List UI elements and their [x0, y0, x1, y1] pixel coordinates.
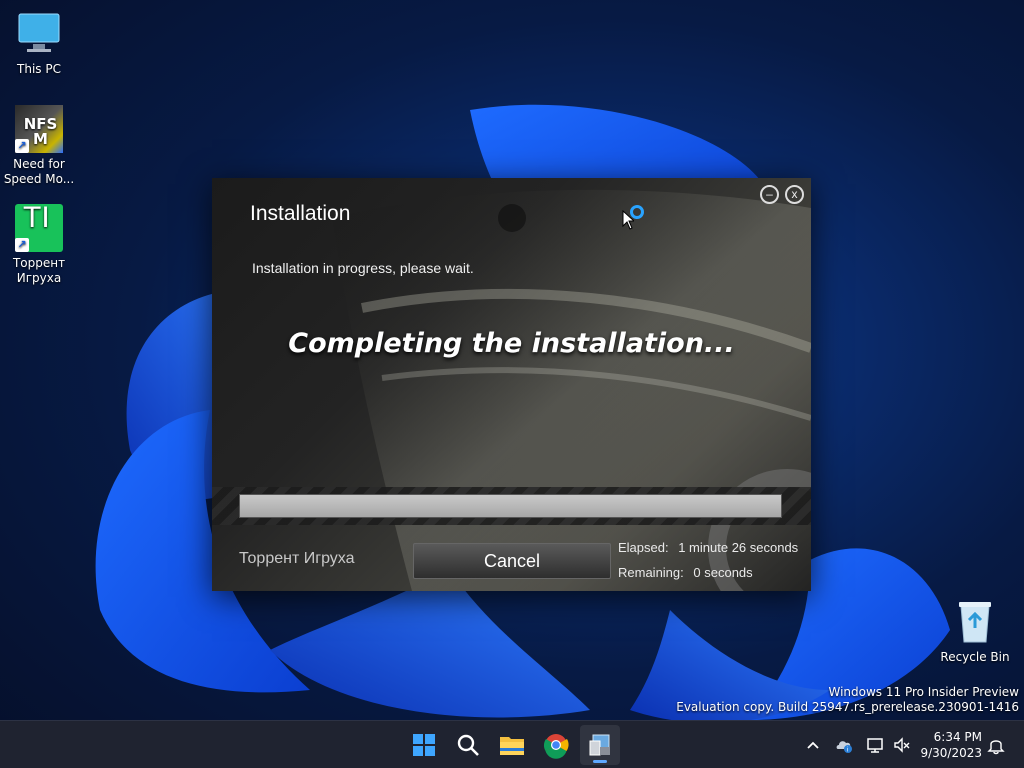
elapsed-label: Elapsed: [618, 540, 669, 555]
chevron-up-icon[interactable] [803, 735, 823, 755]
volume-muted-icon[interactable] [892, 735, 912, 755]
close-button[interactable]: x [785, 185, 804, 204]
car-background-art [332, 189, 811, 591]
shortcut-arrow-icon: ↗ [15, 238, 29, 252]
brand-label: Торрент Игруха [239, 550, 355, 567]
watermark-edition: Windows 11 Pro Insider Preview [828, 685, 1019, 699]
installer-status: Completing the installation... [288, 328, 735, 359]
progress-bar [239, 494, 782, 518]
desktop-icon-this-pc[interactable]: This PC [0, 10, 78, 77]
network-icon[interactable] [866, 735, 886, 755]
taskbar: i 6:34 PM 9/30/2023 [0, 720, 1024, 768]
search-button[interactable] [448, 725, 488, 765]
remaining-label: Remaining: [618, 565, 684, 580]
installer-icon [589, 734, 610, 756]
desktop-icon-torrent-igruha[interactable]: TI ↗ Торрент Игруха [0, 201, 78, 286]
windows-watermark: Windows 11 Pro Insider Preview Evaluatio… [676, 685, 1019, 715]
desktop-icon-label: This PC [17, 62, 61, 76]
mouse-pointer-icon [622, 210, 634, 230]
elapsed-row: Elapsed: 1 minute 26 seconds [618, 540, 798, 555]
clock-time: 6:34 PM [933, 730, 982, 744]
desktop-icon-need-for-speed[interactable]: NFS M ↗ Need for Speed Mo... [0, 105, 78, 187]
file-explorer-button[interactable] [492, 725, 532, 765]
recycle-bin-icon [951, 598, 999, 646]
minimize-button[interactable]: – [760, 185, 779, 204]
notification-bell-icon[interactable] [986, 735, 1006, 755]
remaining-value: 0 seconds [693, 565, 753, 580]
cancel-button[interactable]: Cancel [413, 543, 611, 579]
chrome-button[interactable] [536, 725, 576, 765]
remaining-row: Remaining: 0 seconds [618, 565, 753, 580]
desktop-icon-label: Need for Speed Mo... [3, 157, 75, 186]
installer-subtitle: Installation in progress, please wait. [252, 260, 474, 276]
installer-title: Installation [250, 202, 351, 225]
installer-window: Installation – x Installation in progres… [212, 178, 811, 591]
clock-date: 9/30/2023 [920, 746, 982, 760]
search-icon [457, 734, 479, 756]
taskbar-clock[interactable]: 6:34 PM 9/30/2023 [920, 729, 982, 761]
chrome-icon [543, 734, 569, 759]
torrent-igruha-logo-text: TI [23, 201, 50, 234]
progress-bar-fill [240, 495, 781, 517]
monitor-icon [15, 10, 63, 58]
nfs-game-icon: NFS M ↗ [15, 105, 63, 153]
onedrive-icon[interactable]: i [834, 735, 854, 755]
start-button[interactable] [404, 725, 444, 765]
elapsed-value: 1 minute 26 seconds [678, 540, 799, 555]
desktop-icon-recycle-bin[interactable]: Recycle Bin [936, 598, 1014, 665]
torrent-igruha-icon: TI ↗ [15, 201, 63, 252]
shortcut-arrow-icon: ↗ [15, 139, 29, 153]
installer-taskbar-button[interactable] [580, 725, 620, 765]
active-indicator [593, 760, 607, 763]
desktop-icon-label: Торрент Игруха [12, 256, 66, 285]
watermark-build: Evaluation copy. Build 25947.rs_prerelea… [676, 700, 1019, 714]
windows-logo-icon [413, 734, 435, 756]
desktop-icon-label: Recycle Bin [940, 650, 1010, 664]
folder-icon [500, 737, 524, 755]
